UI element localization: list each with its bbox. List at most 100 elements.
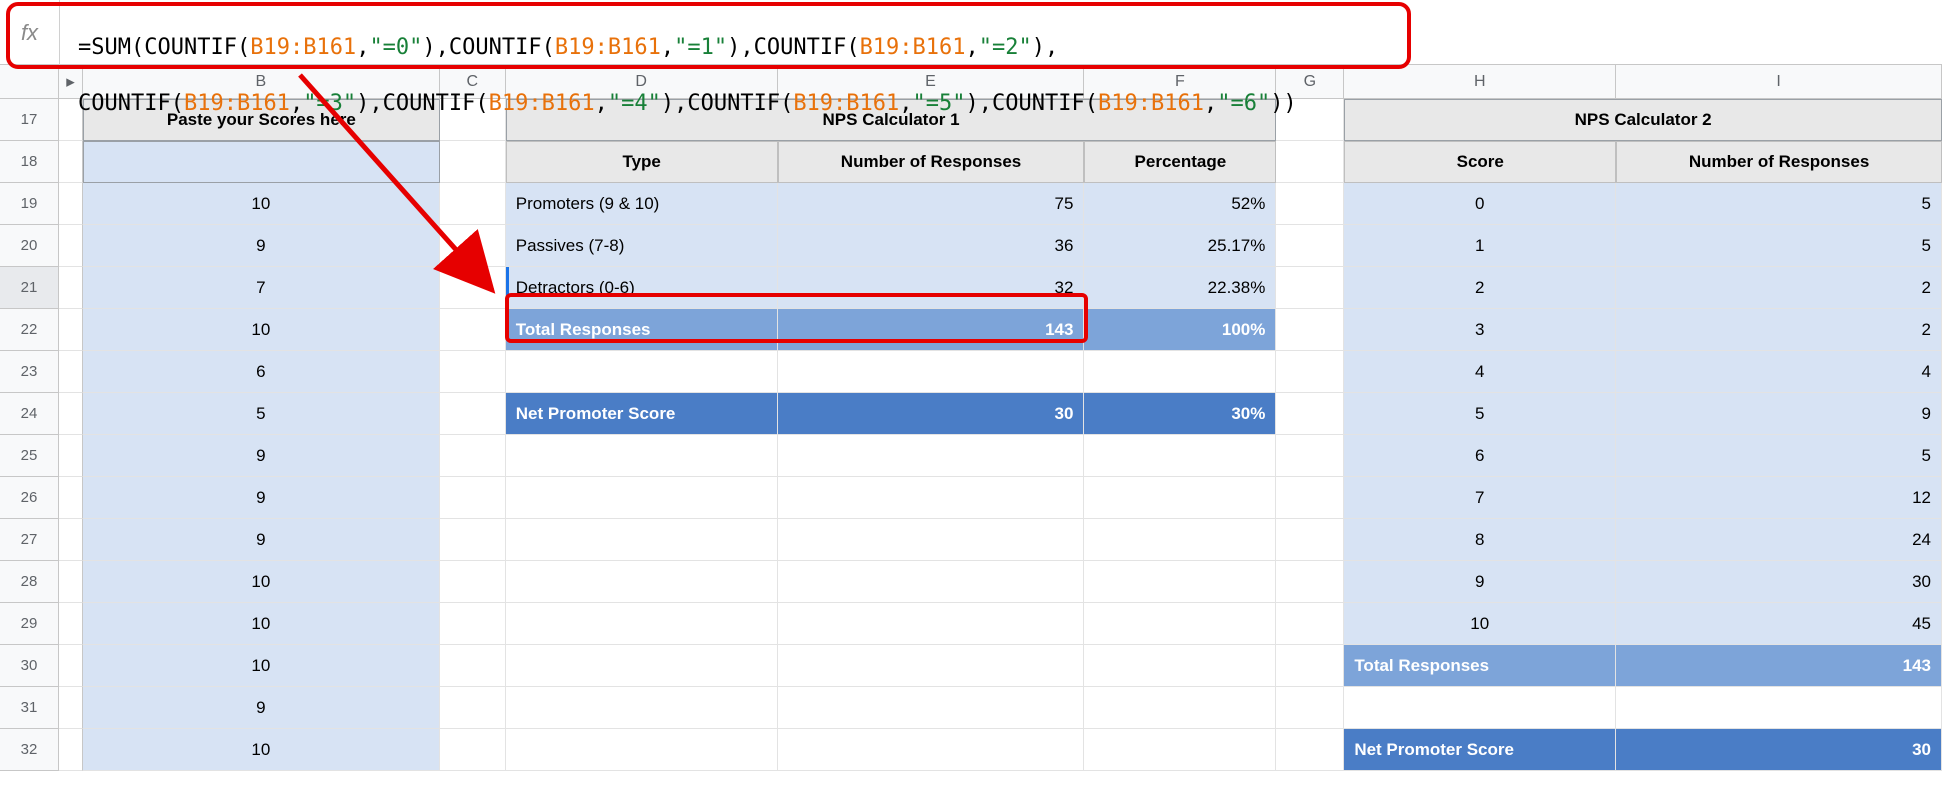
formula-input[interactable]: =SUM(COUNTIF(B19:B161,"=0"),COUNTIF(B19:… xyxy=(60,0,1942,152)
row-header-30[interactable]: 30 xyxy=(0,645,59,687)
cell[interactable] xyxy=(440,309,506,351)
cell[interactable] xyxy=(506,519,778,561)
row-header-21[interactable]: 21 xyxy=(0,267,59,309)
cell[interactable] xyxy=(1276,351,1344,393)
cell[interactable] xyxy=(1616,687,1942,729)
calc2-nps-num[interactable]: 30 xyxy=(1616,729,1942,771)
cell[interactable]: 9 xyxy=(83,477,440,519)
cell[interactable] xyxy=(440,603,506,645)
cell[interactable] xyxy=(1084,729,1276,771)
cell[interactable]: 1 xyxy=(1344,225,1616,267)
cell[interactable]: 6 xyxy=(83,351,440,393)
cell[interactable]: 10 xyxy=(83,309,440,351)
cell[interactable] xyxy=(440,477,506,519)
cell[interactable]: 10 xyxy=(83,729,440,771)
cell[interactable]: 7 xyxy=(1344,477,1616,519)
row-header-23[interactable]: 23 xyxy=(0,351,59,393)
cell[interactable] xyxy=(440,225,506,267)
cell[interactable] xyxy=(778,435,1085,477)
cell[interactable] xyxy=(778,561,1085,603)
cell[interactable]: 5 xyxy=(83,393,440,435)
cell[interactable] xyxy=(1084,519,1276,561)
cell[interactable]: 9 xyxy=(83,225,440,267)
formula-bar[interactable]: fx =SUM(COUNTIF(B19:B161,"=0"),COUNTIF(B… xyxy=(0,0,1942,65)
cell[interactable]: 2 xyxy=(1344,267,1616,309)
cell[interactable]: 9 xyxy=(1344,561,1616,603)
cell[interactable] xyxy=(440,351,506,393)
cell[interactable]: 10 xyxy=(1344,603,1616,645)
row-header-29[interactable]: 29 xyxy=(0,603,59,645)
cell[interactable]: 4 xyxy=(1616,351,1942,393)
cell[interactable]: 12 xyxy=(1616,477,1942,519)
cell[interactable]: 22.38% xyxy=(1084,267,1276,309)
cell[interactable] xyxy=(1276,477,1344,519)
cell[interactable]: 2 xyxy=(1616,267,1942,309)
cell[interactable] xyxy=(506,477,778,519)
calc2-total-num[interactable]: 143 xyxy=(1616,645,1942,687)
cell[interactable] xyxy=(1276,309,1344,351)
cell[interactable] xyxy=(440,393,506,435)
cell[interactable] xyxy=(1276,561,1344,603)
cell[interactable]: 10 xyxy=(83,645,440,687)
cell[interactable] xyxy=(1276,645,1344,687)
cell[interactable] xyxy=(440,729,506,771)
cell[interactable] xyxy=(1276,519,1344,561)
row-header-20[interactable]: 20 xyxy=(0,225,59,267)
cell[interactable]: 6 xyxy=(1344,435,1616,477)
cell[interactable]: 10 xyxy=(83,183,440,225)
cell[interactable] xyxy=(506,435,778,477)
cell[interactable] xyxy=(1276,603,1344,645)
cell[interactable]: 5 xyxy=(1616,183,1942,225)
cell[interactable] xyxy=(1084,561,1276,603)
row-header-27[interactable]: 27 xyxy=(0,519,59,561)
cell[interactable]: 5 xyxy=(1344,393,1616,435)
cell[interactable]: 25.17% xyxy=(1084,225,1276,267)
cell[interactable] xyxy=(440,519,506,561)
cell[interactable] xyxy=(778,477,1085,519)
cell[interactable]: 75 xyxy=(778,183,1085,225)
cell[interactable] xyxy=(1344,687,1616,729)
calc1-nps-pct[interactable]: 30% xyxy=(1084,393,1276,435)
cell[interactable] xyxy=(1276,225,1344,267)
cell[interactable] xyxy=(778,645,1085,687)
cell[interactable] xyxy=(506,561,778,603)
cell[interactable]: 10 xyxy=(83,603,440,645)
row-header-25[interactable]: 25 xyxy=(0,435,59,477)
cell[interactable] xyxy=(506,687,778,729)
cell[interactable] xyxy=(778,519,1085,561)
calc2-total-label[interactable]: Total Responses xyxy=(1344,645,1616,687)
row-header-18[interactable]: 18 xyxy=(0,141,59,183)
cell[interactable] xyxy=(1084,351,1276,393)
cell[interactable]: 24 xyxy=(1616,519,1942,561)
cell[interactable]: 9 xyxy=(83,687,440,729)
cell[interactable] xyxy=(506,729,778,771)
row-header-17[interactable]: 17 xyxy=(0,99,59,141)
cell[interactable] xyxy=(1276,729,1344,771)
cell[interactable] xyxy=(440,645,506,687)
cell[interactable]: Promoters (9 & 10) xyxy=(506,183,778,225)
cell[interactable] xyxy=(1276,183,1344,225)
calc1-nps-label[interactable]: Net Promoter Score xyxy=(506,393,778,435)
cell[interactable]: 45 xyxy=(1616,603,1942,645)
cell-detractors-label[interactable]: Detractors (0-6) xyxy=(506,267,778,309)
calc2-nps-label[interactable]: Net Promoter Score xyxy=(1344,729,1616,771)
calc1-total-num[interactable]: 143 xyxy=(778,309,1085,351)
cell[interactable] xyxy=(440,687,506,729)
cell[interactable] xyxy=(440,561,506,603)
cell[interactable]: 5 xyxy=(1616,435,1942,477)
cell[interactable]: Passives (7-8) xyxy=(506,225,778,267)
cell[interactable] xyxy=(1276,267,1344,309)
cell[interactable] xyxy=(1276,687,1344,729)
row-header-28[interactable]: 28 xyxy=(0,561,59,603)
cell[interactable] xyxy=(778,351,1085,393)
cell[interactable] xyxy=(1084,477,1276,519)
cell[interactable]: 2 xyxy=(1616,309,1942,351)
cell[interactable]: 9 xyxy=(83,519,440,561)
cell[interactable] xyxy=(778,603,1085,645)
cell[interactable]: 0 xyxy=(1344,183,1616,225)
cell[interactable] xyxy=(1084,687,1276,729)
fx-icon[interactable]: fx xyxy=(0,0,60,65)
cell[interactable] xyxy=(440,267,506,309)
cell[interactable] xyxy=(440,183,506,225)
cell[interactable]: 7 xyxy=(83,267,440,309)
